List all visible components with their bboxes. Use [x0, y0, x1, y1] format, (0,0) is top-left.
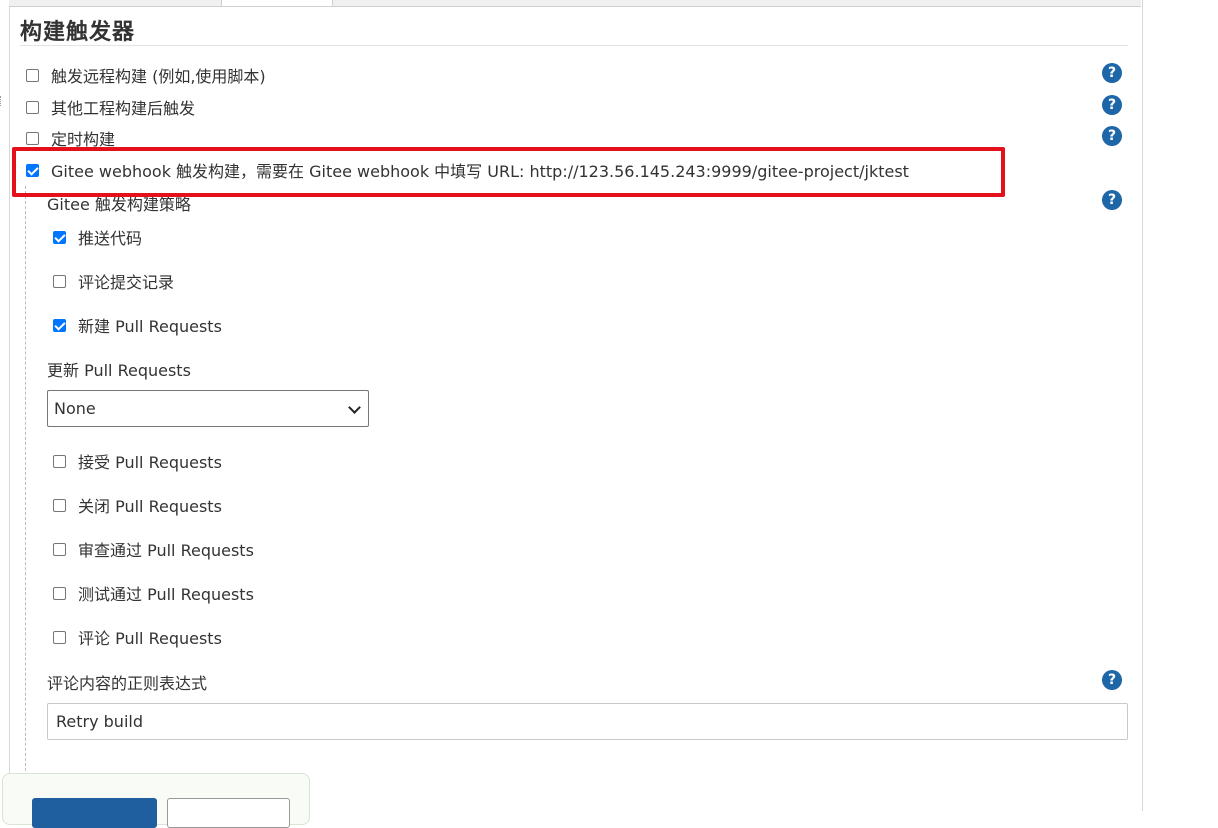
- trigger-after-other-build-label: 其他工程构建后触发: [51, 99, 196, 118]
- nested-section-guide: [25, 186, 26, 811]
- strategy-comment-pr[interactable]: 评论 Pull Requests: [53, 625, 222, 649]
- strategy-accept-pr-checkbox[interactable]: [53, 454, 66, 468]
- update-pr-select[interactable]: None: [47, 390, 369, 427]
- strategy-test-pass-pr[interactable]: 测试通过 Pull Requests: [53, 581, 254, 605]
- trigger-remote-label: 触发远程构建 (例如,使用脚本): [51, 67, 266, 86]
- strategy-accept-pr[interactable]: 接受 Pull Requests: [53, 449, 222, 473]
- strategy-commit-comment-checkbox[interactable]: [53, 274, 66, 288]
- trigger-remote[interactable]: 触发远程构建 (例如,使用脚本): [26, 63, 266, 87]
- regex-input-value: Retry build: [56, 712, 143, 731]
- section-title: 构建触发器: [20, 20, 136, 45]
- chevron-down-icon: [348, 401, 361, 414]
- trigger-remote-checkbox[interactable]: [26, 68, 39, 82]
- strategy-close-pr-label: 关闭 Pull Requests: [78, 497, 222, 516]
- strategy-push-code[interactable]: 推送代码: [53, 225, 142, 249]
- regex-input[interactable]: Retry build: [47, 703, 1128, 740]
- strategy-commit-comment[interactable]: 评论提交记录: [53, 269, 174, 293]
- strategy-close-pr-checkbox[interactable]: [53, 498, 66, 512]
- help-icon[interactable]: ?: [1102, 670, 1122, 690]
- strategy-new-pr[interactable]: 新建 Pull Requests: [53, 313, 222, 337]
- strategy-test-pass-pr-label: 测试通过 Pull Requests: [78, 585, 254, 604]
- strategy-close-pr[interactable]: 关闭 Pull Requests: [53, 493, 222, 517]
- strategy-test-pass-pr-checkbox[interactable]: [53, 586, 66, 600]
- strategy-comment-pr-label: 评论 Pull Requests: [78, 629, 222, 648]
- help-icon[interactable]: ?: [1102, 126, 1122, 146]
- trigger-after-other-build[interactable]: 其他工程构建后触发: [26, 95, 195, 119]
- apply-button[interactable]: [167, 798, 290, 828]
- strategy-review-pass-pr[interactable]: 审查通过 Pull Requests: [53, 537, 254, 561]
- strategy-push-code-label: 推送代码: [78, 229, 143, 248]
- strategy-comment-pr-checkbox[interactable]: [53, 630, 66, 644]
- strategy-push-code-checkbox[interactable]: [53, 230, 66, 244]
- left-edge-marker: [0, 96, 3, 106]
- highlight-box: [12, 147, 1005, 197]
- help-icon[interactable]: ?: [1102, 190, 1122, 210]
- tab-strip: [9, 0, 1141, 7]
- strategy-commit-comment-label: 评论提交记录: [78, 273, 175, 292]
- strategy-new-pr-label: 新建 Pull Requests: [78, 317, 222, 336]
- strategy-review-pass-pr-label: 审查通过 Pull Requests: [78, 541, 254, 560]
- tab-active[interactable]: [221, 0, 333, 6]
- regex-label: 评论内容的正则表达式: [47, 674, 208, 693]
- update-pr-label: 更新 Pull Requests: [47, 361, 191, 380]
- strategy-new-pr-checkbox[interactable]: [53, 318, 66, 332]
- trigger-scheduled-checkbox[interactable]: [26, 131, 39, 145]
- strategy-accept-pr-label: 接受 Pull Requests: [78, 453, 222, 472]
- section-divider: [20, 45, 1128, 46]
- strategy-review-pass-pr-checkbox[interactable]: [53, 542, 66, 556]
- update-pr-select-value: None: [54, 399, 96, 418]
- help-icon[interactable]: ?: [1102, 95, 1122, 115]
- save-button[interactable]: [32, 798, 157, 828]
- trigger-after-other-build-checkbox[interactable]: [26, 100, 39, 114]
- help-icon[interactable]: ?: [1102, 63, 1122, 83]
